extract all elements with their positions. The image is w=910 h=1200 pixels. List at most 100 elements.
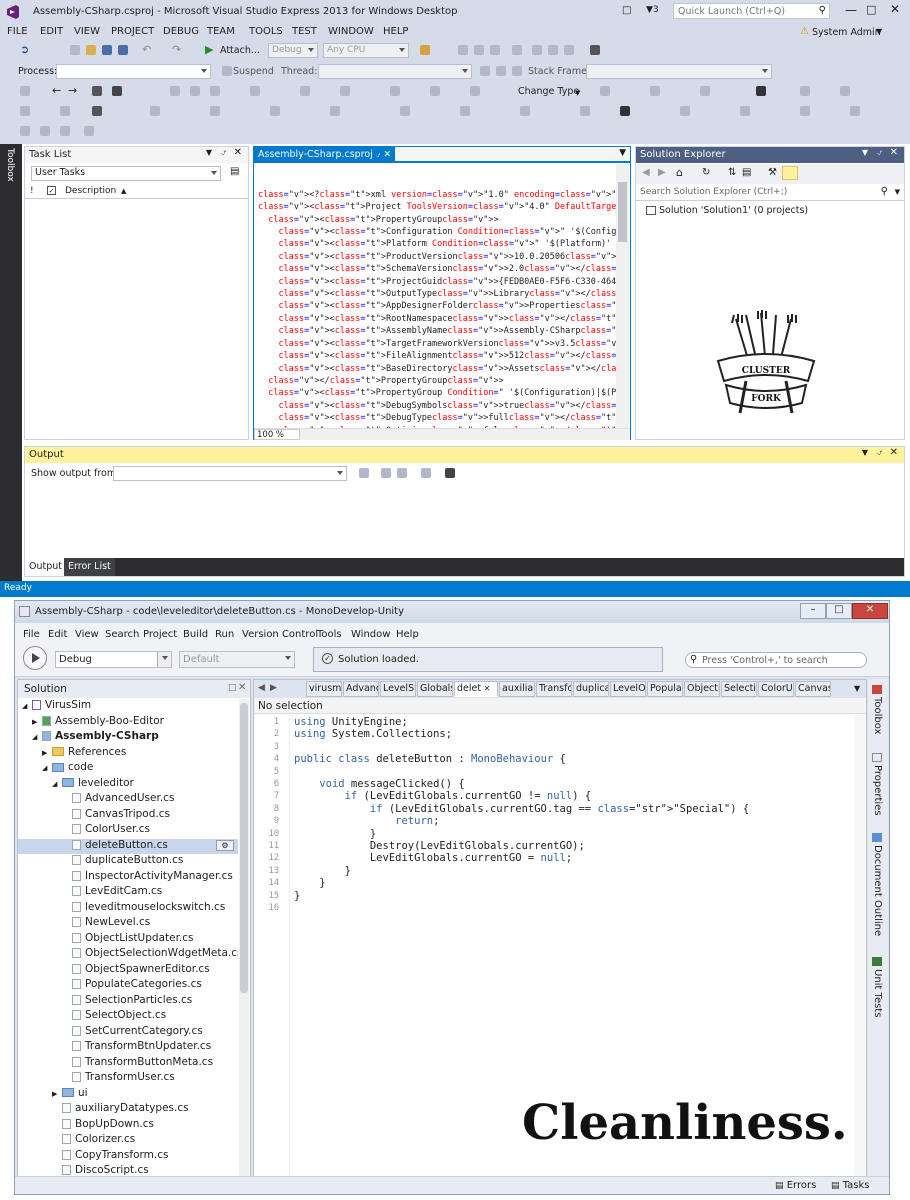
word-wrap-icon[interactable]: [445, 468, 455, 479]
description-column[interactable]: Description: [65, 186, 116, 196]
tree-file-item[interactable]: auxiliaryDatatypes.cs: [18, 1102, 238, 1117]
tree-file-item[interactable]: SetCurrentCategory.cs: [18, 1025, 238, 1040]
tree-file-item[interactable]: ColorUser.cs: [18, 823, 238, 838]
undo-icon[interactable]: ↶: [142, 43, 151, 56]
menu-window[interactable]: WINDOW: [328, 26, 374, 37]
expander-closed-icon[interactable]: ▶: [52, 1090, 62, 1098]
tab-overflow-icon[interactable]: ▼: [619, 148, 626, 158]
md-maximize-button[interactable]: □: [826, 603, 852, 619]
collapse-icon[interactable]: ▤: [742, 167, 751, 178]
menu-file[interactable]: FILE: [7, 26, 28, 37]
tb-icon-aa[interactable]: [680, 106, 690, 117]
close-icon[interactable]: ✕: [234, 147, 242, 158]
minimize-button[interactable]: —: [845, 3, 857, 17]
tree-node[interactable]: ◢ leveleditor: [18, 777, 238, 792]
panel-dropdown-icon[interactable]: ▼: [206, 148, 212, 157]
signed-in-user[interactable]: System Admin: [812, 27, 881, 38]
tree-file-item[interactable]: TransformUser.cs: [18, 1071, 238, 1086]
expander-open-icon[interactable]: ◢: [52, 780, 62, 788]
document-outline-pad-tab[interactable]: Document Outline: [872, 845, 883, 936]
menu-edit[interactable]: EDIT: [40, 26, 63, 37]
editor-vscroll-thumb[interactable]: [618, 182, 627, 242]
lock-icon[interactable]: [112, 86, 122, 97]
tab-pin-icon[interactable]: ⍻: [376, 150, 380, 159]
tree-file-item[interactable]: TransformBtnUpdater.cs: [18, 1040, 238, 1055]
clear-all-icon[interactable]: [421, 468, 431, 479]
tree-node[interactable]: ▶ ui: [18, 1087, 238, 1102]
properties-icon[interactable]: ⚒: [768, 167, 777, 178]
preview-icon[interactable]: [782, 166, 798, 180]
toolbox-tab[interactable]: Toolbox: [5, 148, 15, 182]
task-add-icon[interactable]: ▤: [230, 166, 239, 177]
item-options-gear-icon[interactable]: ⚙: [216, 839, 234, 851]
md-menu-view[interactable]: View: [75, 629, 99, 640]
attach-button[interactable]: Attach...: [220, 45, 260, 56]
tb-icon-cc[interactable]: [800, 106, 810, 117]
tb-icon-n[interactable]: [800, 86, 810, 97]
config-select[interactable]: Debug: [268, 43, 318, 58]
filter-icon[interactable]: [480, 66, 490, 77]
tb-icon-b[interactable]: [170, 86, 180, 97]
tree-file-item[interactable]: ObjectSpawnerEditor.cs: [18, 963, 238, 978]
md-tab[interactable]: duplica: [573, 681, 609, 697]
tools-icon[interactable]: [590, 45, 600, 56]
tb-icon-u[interactable]: [270, 106, 280, 117]
step-into-icon[interactable]: [532, 45, 542, 56]
tree-file-item[interactable]: PopulateCategories.cs: [18, 978, 238, 993]
md-editor-vscroll[interactable]: [854, 715, 865, 1193]
se-back-icon[interactable]: ◀: [642, 167, 650, 178]
md-menu-help[interactable]: Help: [396, 629, 419, 640]
panel-dropdown-icon[interactable]: ▼: [862, 448, 868, 457]
tabs-scroll-right-icon[interactable]: ▶: [270, 683, 277, 693]
expander-closed-icon[interactable]: ▶: [32, 718, 42, 726]
find-icon[interactable]: [420, 45, 430, 56]
sync-icon[interactable]: ↻: [702, 167, 710, 178]
md-menu-version-control[interactable]: Version Control: [242, 629, 318, 640]
tb-icon-f[interactable]: [300, 86, 310, 97]
panel-dropdown-icon[interactable]: ▼: [862, 148, 868, 157]
run-button[interactable]: [23, 646, 47, 670]
tb-icon-ff[interactable]: [40, 126, 50, 137]
tree-file-item[interactable]: LevEditCam.cs: [18, 885, 238, 900]
output-tool-2-icon[interactable]: [381, 468, 391, 479]
expander-open-icon[interactable]: ◢: [22, 702, 32, 710]
close-icon[interactable]: ✕: [890, 147, 898, 158]
md-tab[interactable]: LevelOl: [610, 681, 646, 697]
maximize-button[interactable]: □: [866, 3, 876, 16]
back-icon[interactable]: ➲: [20, 43, 29, 56]
start-icon[interactable]: ▶: [205, 43, 213, 56]
save-all-icon[interactable]: [118, 45, 128, 56]
tb-icon-y[interactable]: [520, 106, 530, 117]
tree-file-item[interactable]: Colorizer.cs: [18, 1133, 238, 1148]
md-menu-project[interactable]: Project: [143, 629, 177, 640]
restart-icon[interactable]: [490, 45, 500, 56]
se-forward-icon[interactable]: ▶: [658, 167, 666, 178]
tb-icon-o[interactable]: [840, 86, 850, 97]
feedback-icon[interactable]: □: [622, 5, 631, 16]
output-tool-1-icon[interactable]: [359, 468, 369, 479]
step-out-icon[interactable]: [564, 45, 574, 56]
tb-icon-hh[interactable]: [84, 126, 94, 137]
properties-pad-tab[interactable]: Properties: [872, 765, 883, 816]
tree-file-item[interactable]: InspectorActivityManager.cs: [18, 870, 238, 885]
redo-icon[interactable]: ↷: [172, 43, 181, 56]
tb-icon-v[interactable]: [330, 106, 340, 117]
tree-file-item[interactable]: CanvasTripod.cs: [18, 808, 238, 823]
change-type-dropdown-icon[interactable]: ▼: [575, 89, 580, 97]
menu-project[interactable]: PROJECT: [111, 26, 154, 37]
expander-open-icon[interactable]: ◢: [32, 733, 42, 741]
bookmark-icon[interactable]: [756, 86, 766, 97]
nav-forward-icon[interactable]: →: [68, 84, 77, 97]
md-tab[interactable]: Selecti: [721, 681, 757, 697]
tree-node[interactable]: ◢ code: [18, 761, 238, 776]
step-icon[interactable]: [512, 45, 522, 56]
md-tab[interactable]: ColorUs: [758, 681, 794, 697]
quick-launch-input[interactable]: Quick Launch (Ctrl+Q) ⚲: [673, 3, 830, 19]
tb-icon-t[interactable]: [210, 106, 220, 117]
tree-node[interactable]: ◢ Assembly-CSharp: [18, 730, 238, 745]
tb-icon-s[interactable]: [150, 106, 160, 117]
errors-pad-button[interactable]: ▤ Errors: [775, 1180, 816, 1191]
md-close-button[interactable]: ✕: [852, 603, 888, 619]
tb-icon-ee[interactable]: [20, 126, 30, 137]
tab-close-icon[interactable]: ✕: [383, 149, 391, 160]
